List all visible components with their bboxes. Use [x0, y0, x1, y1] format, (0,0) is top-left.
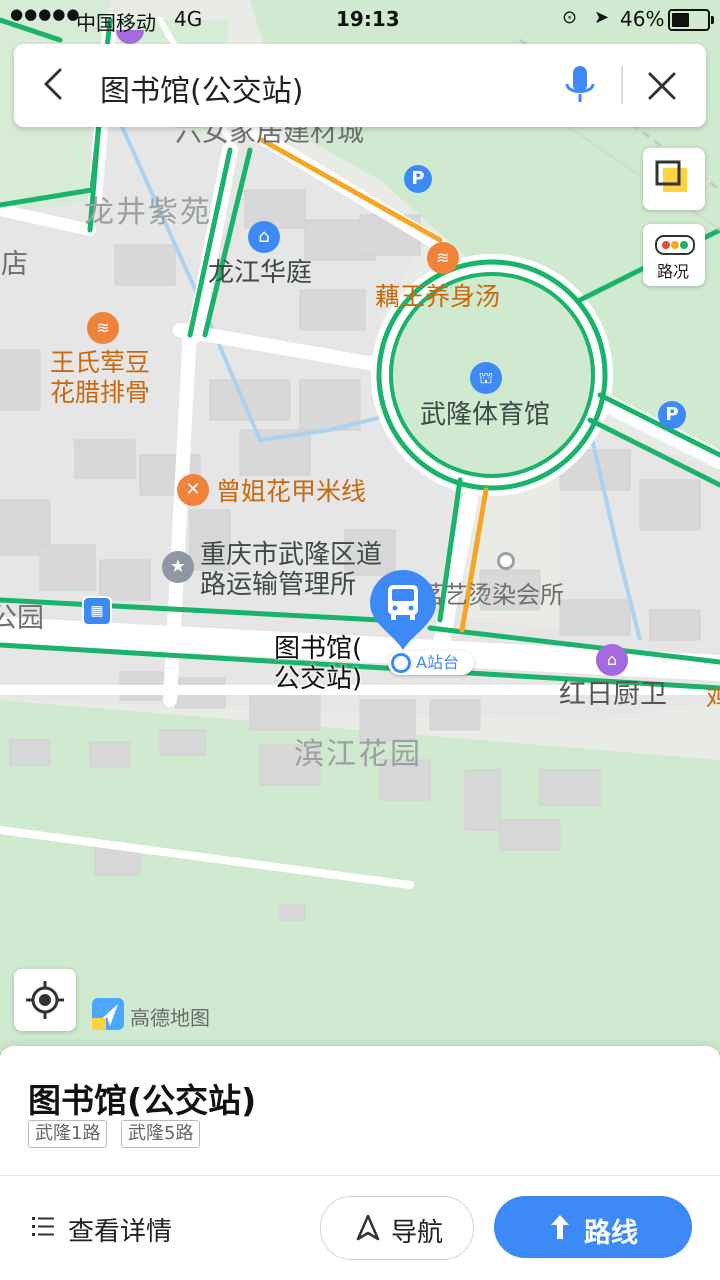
signal-strength: ●●●●●: [10, 5, 81, 23]
poi-dot-icon[interactable]: [497, 552, 515, 570]
map-label-left-edge[interactable]: 公园: [0, 604, 44, 634]
view-details-button[interactable]: 查看详情: [20, 1196, 210, 1258]
shop-icon[interactable]: ⌂: [596, 644, 628, 676]
stadium-icon[interactable]: ⛫: [470, 362, 502, 394]
back-button[interactable]: [32, 62, 76, 106]
poi-detail-panel[interactable]: 图书馆(公交站) 武隆1路 武隆5路 查看详情 导航 路线: [0, 1046, 720, 1280]
map-label-right-edge[interactable]: 鸡: [706, 684, 720, 714]
restaurant-icon[interactable]: ≋: [87, 312, 119, 344]
navigation-arrow-icon: [356, 1214, 380, 1241]
platform-tag[interactable]: A站台: [388, 651, 474, 675]
layers-button[interactable]: [643, 148, 705, 210]
food-icon[interactable]: ✕: [177, 474, 209, 506]
voice-button[interactable]: [562, 64, 598, 108]
back-arrow-icon: [44, 68, 62, 100]
route-arrow-icon: [551, 1215, 569, 1239]
locate-icon: [26, 981, 64, 1019]
route-tag[interactable]: 武隆5路: [121, 1120, 201, 1148]
panel-divider: [0, 1175, 720, 1176]
list-icon: [32, 1217, 54, 1236]
map-label-stadium[interactable]: 武隆体育馆: [420, 400, 550, 430]
government-icon[interactable]: ★: [162, 551, 194, 583]
map-label-jiudian[interactable]: 酒店: [0, 250, 28, 280]
map-label-longjing[interactable]: 龙井紫苑: [84, 198, 212, 228]
map-label-binjiang[interactable]: 滨江花园: [294, 740, 422, 770]
carrier-name: 中国移动: [76, 11, 156, 35]
platform-dot-icon: [391, 653, 411, 673]
amap-brand-text: 高德地图: [130, 1006, 210, 1030]
map-label-ouwang[interactable]: 藕王养身汤: [375, 282, 500, 312]
orientation-lock-icon: ⊙: [562, 7, 578, 28]
search-title[interactable]: 图书馆(公交站): [100, 66, 303, 110]
locate-button[interactable]: [14, 969, 76, 1031]
map-label-mingyi[interactable]: 茗艺烫染会所: [420, 580, 564, 610]
location-arrow-icon: ➤: [594, 7, 610, 28]
search-divider: [621, 66, 623, 104]
bus-marker[interactable]: [368, 568, 438, 652]
poi-title: 图书馆(公交站): [28, 1081, 257, 1120]
navigate-label: 导航: [391, 1218, 444, 1248]
bus-stop-icon[interactable]: ▦: [82, 596, 112, 626]
traffic-button[interactable]: 路况: [643, 224, 705, 286]
traffic-light-icon: [655, 235, 695, 255]
platform-label: A站台: [416, 653, 459, 672]
map-label-station[interactable]: 图书馆( 公交站): [274, 634, 362, 694]
map-label-transport[interactable]: 重庆市武隆区道 路运输管理所: [200, 540, 382, 600]
microphone-icon: [565, 66, 595, 102]
clock: 19:13: [336, 7, 400, 31]
residential-icon[interactable]: ⌂: [248, 221, 280, 253]
layers-icon: [655, 160, 687, 192]
map-view[interactable]: P P ⌂ ≋ ≋ ⛫ ✕ ★ ⌂ ▦ 六女家居建材城 龙井紫苑 酒店 龙江华庭…: [0, 0, 720, 1060]
traffic-label: 路况: [657, 262, 690, 281]
map-label-hongri[interactable]: 红日厨卫: [559, 680, 667, 710]
map-label-zengjie[interactable]: 曾姐花甲米线: [216, 477, 366, 507]
close-icon: [648, 72, 676, 100]
map-label-wangshi[interactable]: 王氏荤豆 花腊排骨: [50, 348, 150, 408]
close-button[interactable]: [640, 64, 684, 108]
status-bar: ●●●●● 中国移动 4G 19:13 ⊙ ➤ 46%: [0, 0, 720, 38]
restaurant-icon[interactable]: ≋: [427, 242, 459, 274]
navigate-button[interactable]: 导航: [320, 1196, 474, 1260]
network-type: 4G: [174, 7, 203, 31]
route-label: 路线: [584, 1218, 638, 1249]
search-bar[interactable]: 图书馆(公交站): [14, 44, 706, 127]
route-button[interactable]: 路线: [494, 1196, 692, 1258]
amap-logo: 高德地图: [92, 998, 210, 1032]
route-tag[interactable]: 武隆1路: [28, 1120, 108, 1148]
map-label-longjiang[interactable]: 龙江华庭: [208, 258, 312, 288]
parking-icon[interactable]: P: [658, 401, 686, 429]
battery-percent: 46%: [620, 7, 665, 31]
map-canvas: [0, 0, 720, 1060]
view-details-label: 查看详情: [68, 1217, 173, 1247]
amap-logo-icon: [92, 998, 124, 1030]
battery-icon: [668, 9, 714, 31]
parking-icon[interactable]: P: [404, 165, 432, 193]
